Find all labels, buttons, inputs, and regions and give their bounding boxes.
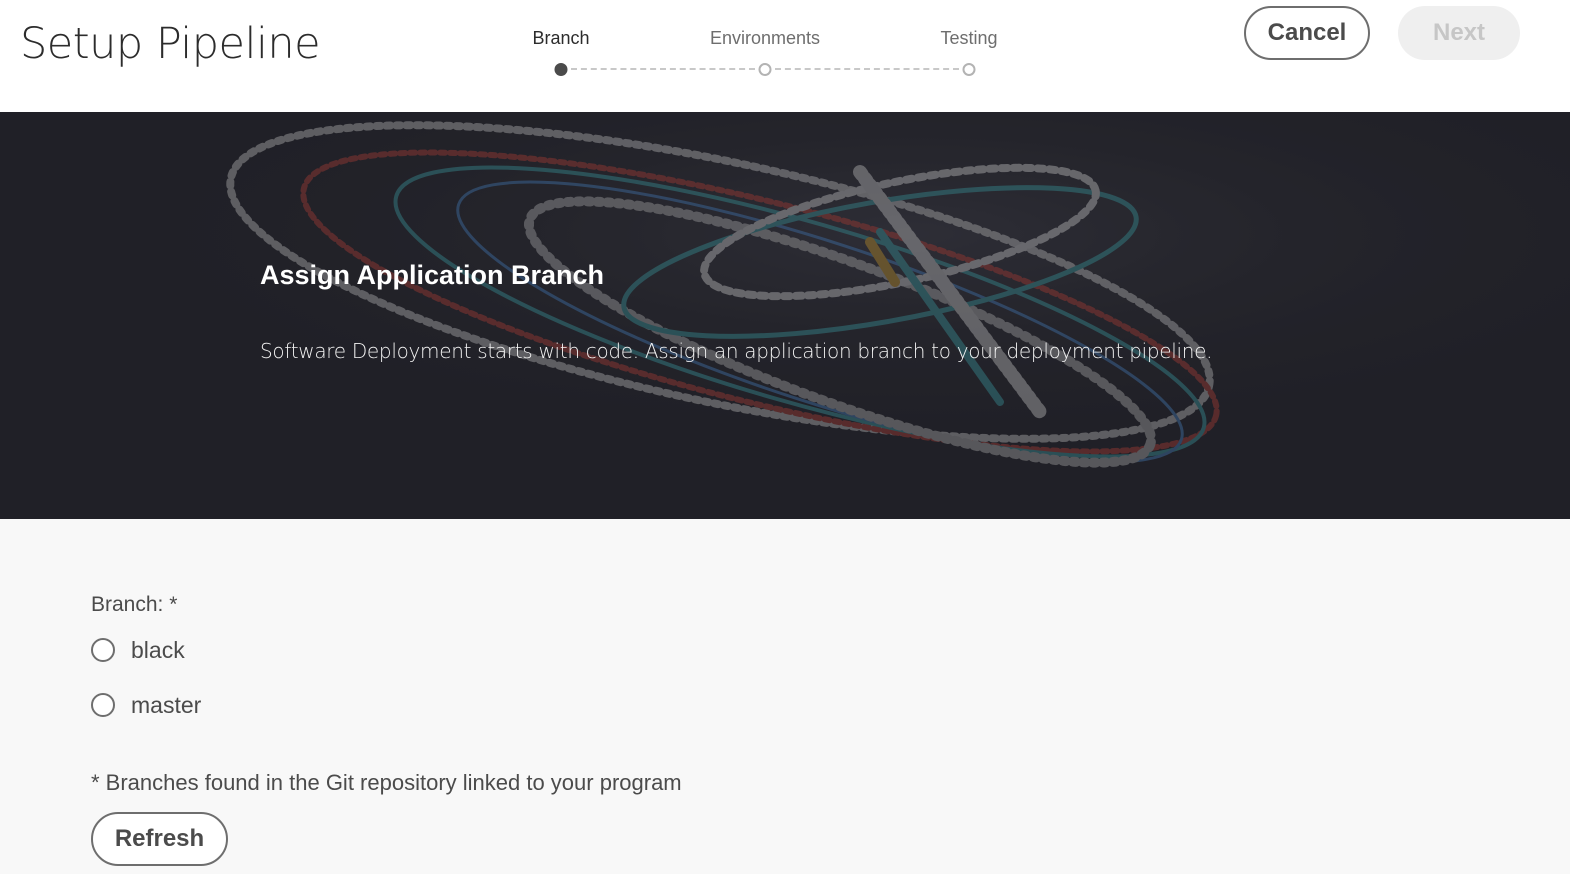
radio-label-master[interactable]: master xyxy=(131,692,201,719)
radio-button[interactable] xyxy=(91,693,115,717)
step-environments-dot[interactable] xyxy=(758,63,772,76)
step-testing-label[interactable]: Testing xyxy=(940,28,997,49)
radio-option-black[interactable]: black xyxy=(91,635,185,665)
wizard-stepper: Branch Environments Testing xyxy=(500,24,1040,84)
radio-option-master[interactable]: master xyxy=(91,690,201,720)
hero-background-image xyxy=(0,112,1570,519)
step-environments-label[interactable]: Environments xyxy=(710,28,820,49)
branch-field-label: Branch: * xyxy=(91,593,178,616)
step-branch-label[interactable]: Branch xyxy=(532,28,589,49)
next-button[interactable]: Next xyxy=(1398,6,1520,60)
refresh-button[interactable]: Refresh xyxy=(91,812,228,866)
page-title: Setup Pipeline xyxy=(20,19,321,69)
radio-label-black[interactable]: black xyxy=(131,637,185,664)
header-bar: Setup Pipeline Branch Environments Testi… xyxy=(0,0,1570,112)
step-testing-dot[interactable] xyxy=(962,63,976,76)
step-connector xyxy=(775,68,959,70)
step-branch-dot[interactable] xyxy=(554,63,568,76)
hero-description: Software Deployment starts with code. As… xyxy=(260,339,1213,363)
hero-title: Assign Application Branch xyxy=(260,260,605,290)
step-connector xyxy=(571,68,755,70)
radio-button[interactable] xyxy=(91,638,115,662)
branches-help-text: * Branches found in the Git repository l… xyxy=(91,770,682,795)
cancel-button[interactable]: Cancel xyxy=(1244,6,1370,60)
hero-banner: Assign Application Branch Software Deplo… xyxy=(0,112,1570,519)
